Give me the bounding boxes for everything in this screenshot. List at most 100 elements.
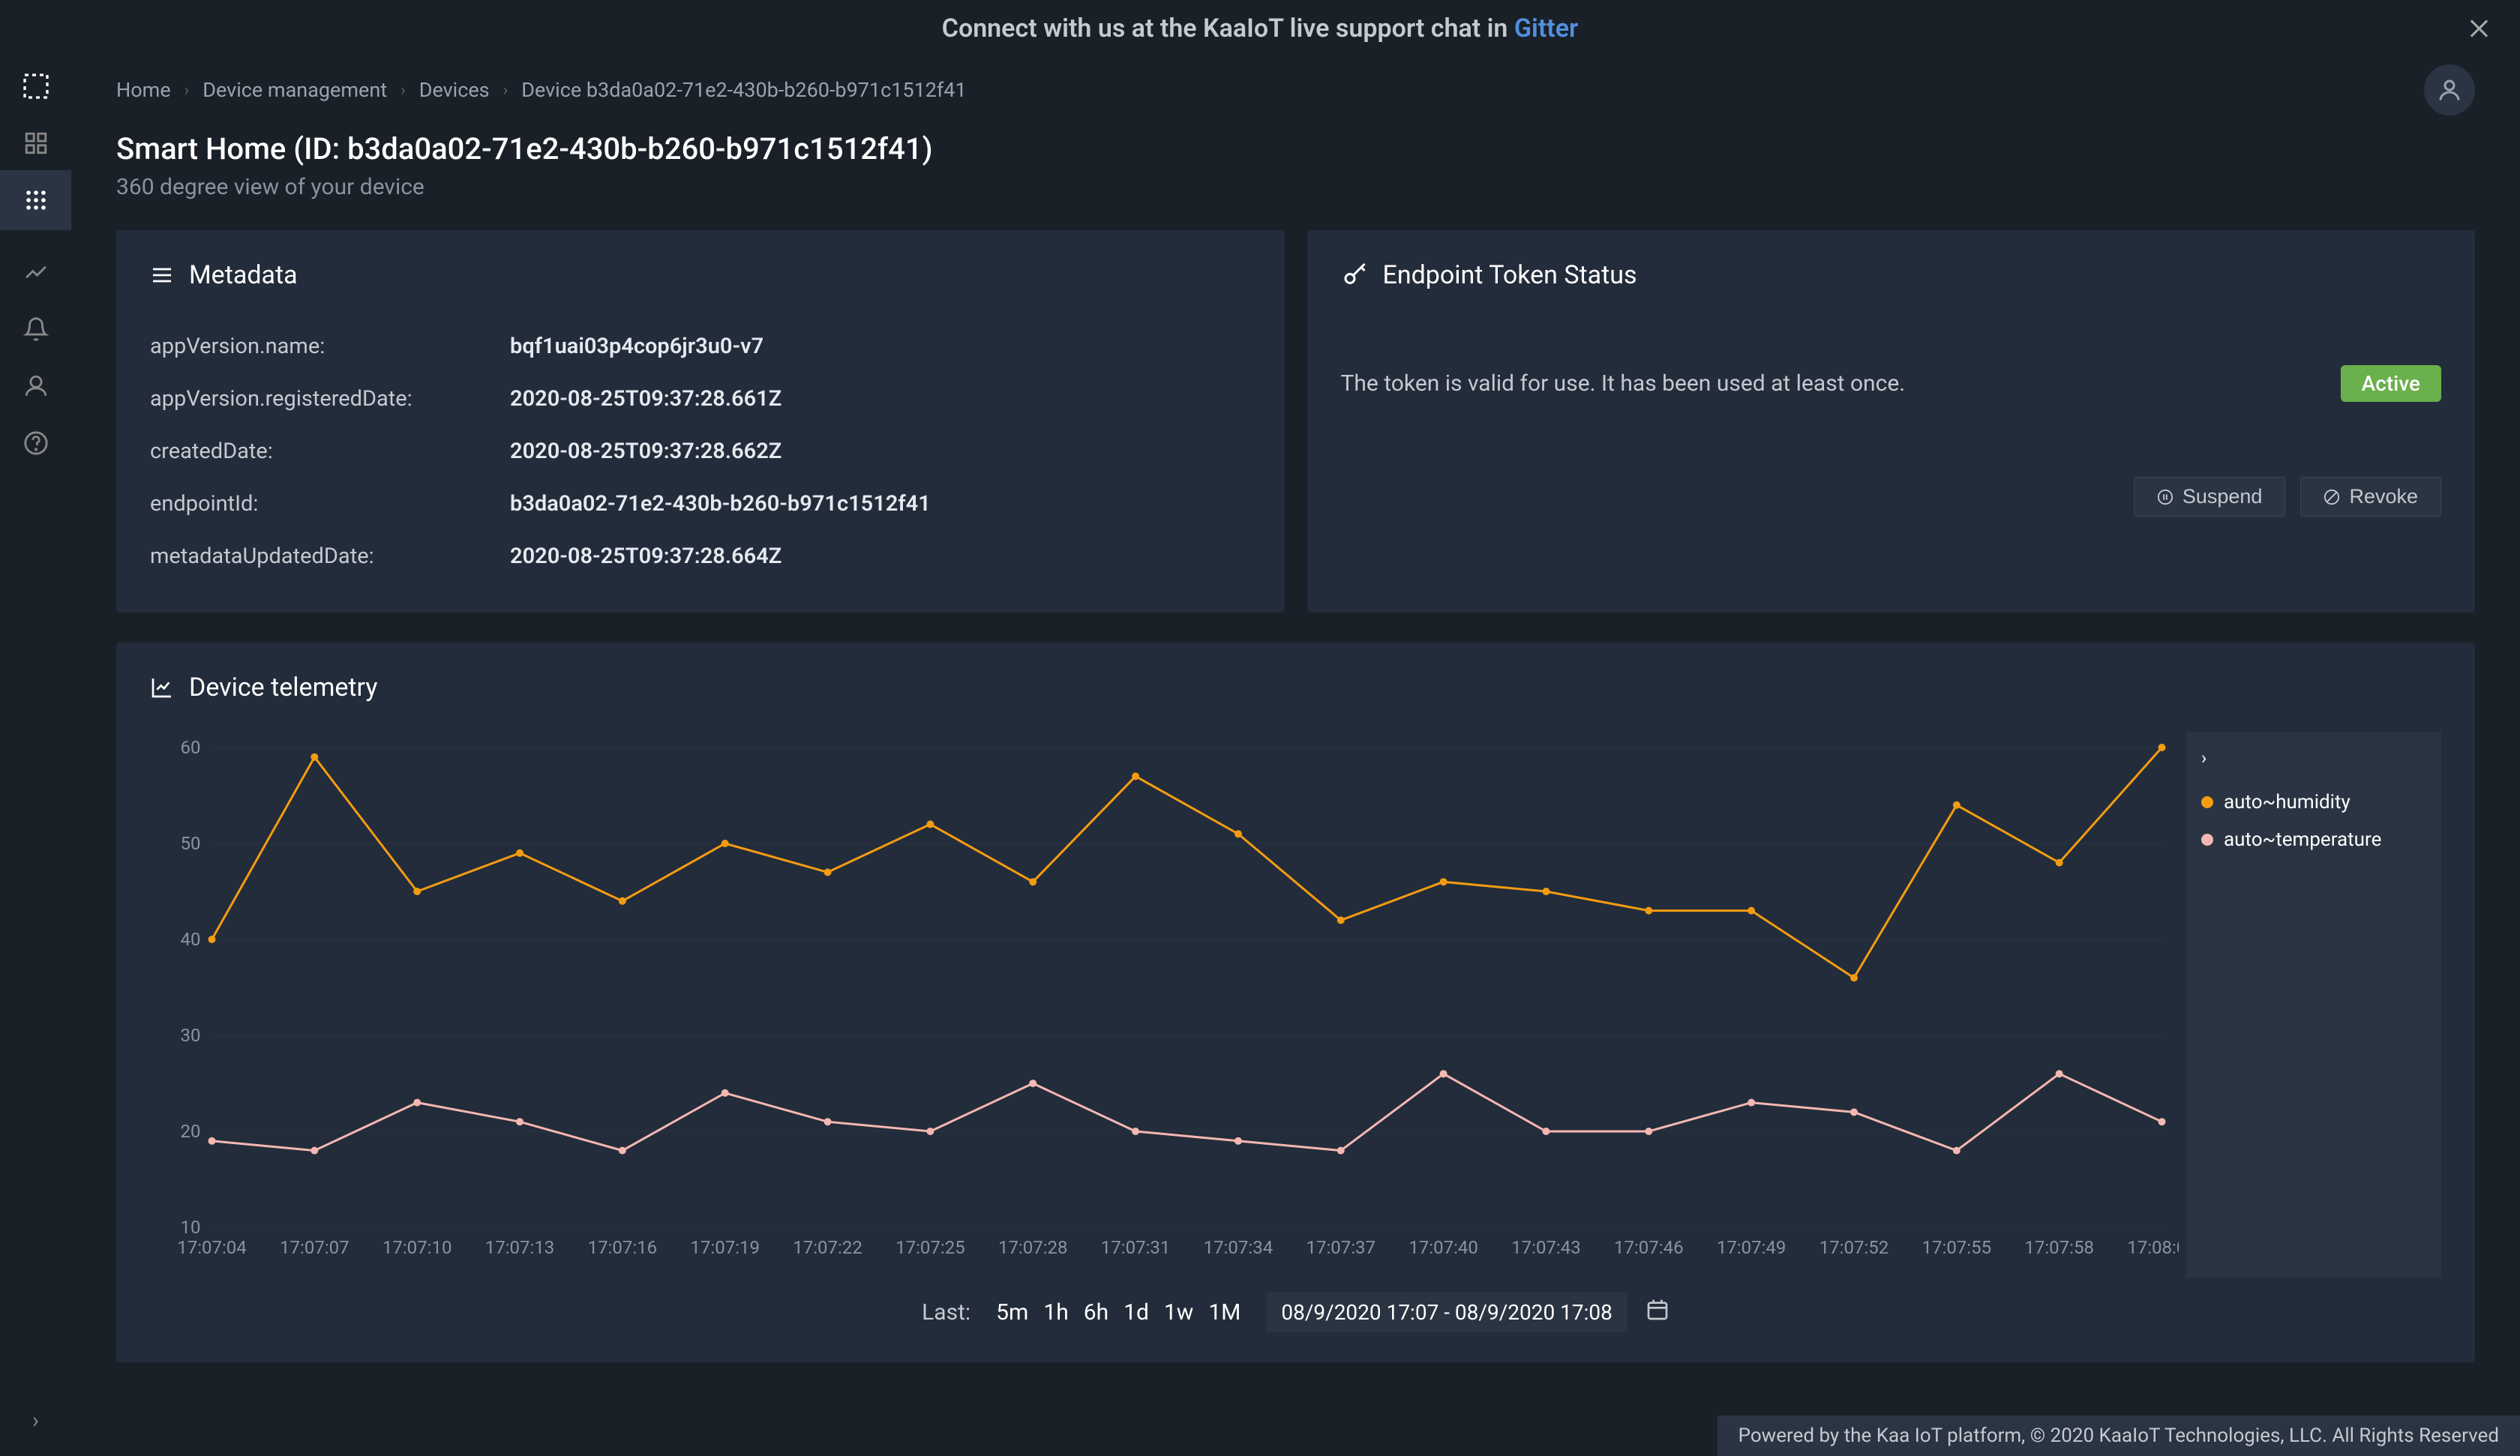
legend-item[interactable]: auto~temperature xyxy=(2201,821,2426,858)
token-heading: Endpoint Token Status xyxy=(1383,260,1637,290)
sidebar: › xyxy=(0,56,71,1456)
svg-text:17:07:16: 17:07:16 xyxy=(588,1237,658,1258)
notifications-icon[interactable] xyxy=(21,314,51,344)
metadata-heading: Metadata xyxy=(189,260,298,290)
metadata-key: appVersion.registeredDate: xyxy=(150,386,510,412)
legend-label: auto~humidity xyxy=(2224,791,2350,813)
metadata-key: metadataUpdatedDate: xyxy=(150,544,510,569)
footer-text: Powered by the Kaa IoT platform, © 2020 … xyxy=(1718,1416,2520,1456)
legend-item[interactable]: auto~humidity xyxy=(2201,783,2426,821)
metadata-row: metadataUpdatedDate:2020-08-25T09:37:28.… xyxy=(150,530,1251,583)
telemetry-heading: Device telemetry xyxy=(189,673,377,703)
svg-text:17:07:07: 17:07:07 xyxy=(280,1237,350,1258)
block-icon xyxy=(2324,489,2340,505)
svg-text:17:07:46: 17:07:46 xyxy=(1614,1237,1684,1258)
svg-text:17:07:34: 17:07:34 xyxy=(1204,1237,1274,1258)
svg-text:17:07:31: 17:07:31 xyxy=(1101,1237,1171,1258)
range-button-5m[interactable]: 5m xyxy=(988,1295,1036,1330)
svg-text:17:07:55: 17:07:55 xyxy=(1922,1237,1992,1258)
svg-text:60: 60 xyxy=(181,737,201,758)
banner-text: Connect with us at the KaaIoT live suppo… xyxy=(942,13,1579,43)
telemetry-card: Device telemetry 10 20 30 40 50 60 17:07:04 17:… xyxy=(116,643,2475,1362)
legend-label: auto~temperature xyxy=(2224,828,2381,851)
apps-icon[interactable] xyxy=(0,170,71,230)
chart-icon xyxy=(150,676,174,700)
svg-text:17:07:10: 17:07:10 xyxy=(382,1237,452,1258)
collapse-legend-icon[interactable]: › xyxy=(2201,747,2426,768)
avatar[interactable] xyxy=(2424,64,2475,115)
chevron-right-icon: › xyxy=(400,81,406,100)
svg-text:40: 40 xyxy=(181,929,201,950)
logo-icon[interactable] xyxy=(21,71,51,101)
svg-text:17:07:49: 17:07:49 xyxy=(1717,1237,1786,1258)
crumb-devices[interactable]: Devices xyxy=(419,78,490,102)
breadcrumb: Home › Device management › Devices › Dev… xyxy=(116,78,967,102)
svg-text:20: 20 xyxy=(181,1121,201,1142)
svg-text:17:07:43: 17:07:43 xyxy=(1511,1237,1581,1258)
crumb-device-management[interactable]: Device management xyxy=(202,78,387,102)
crumb-current: Device b3da0a02-71e2-430b-b260-b971c1512… xyxy=(521,78,966,102)
svg-text:50: 50 xyxy=(181,833,201,854)
chevron-right-icon: › xyxy=(503,81,508,100)
dashboard-icon[interactable] xyxy=(21,128,51,158)
svg-text:17:07:04: 17:07:04 xyxy=(177,1237,247,1258)
expand-sidebar-icon[interactable]: › xyxy=(32,1407,39,1434)
help-icon[interactable] xyxy=(21,428,51,458)
metadata-row: appVersion.name:bqf1uai03p4cop6jr3u0-v7 xyxy=(150,320,1251,373)
svg-text:17:07:58: 17:07:58 xyxy=(2024,1237,2094,1258)
crumb-home[interactable]: Home xyxy=(116,78,171,102)
metadata-card: Metadata appVersion.name:bqf1uai03p4cop6… xyxy=(116,230,1285,613)
chevron-right-icon: › xyxy=(184,81,190,100)
metadata-value: b3da0a02-71e2-430b-b260-b971c1512f41 xyxy=(510,491,931,517)
legend-dot-icon xyxy=(2201,796,2213,808)
svg-text:17:07:25: 17:07:25 xyxy=(896,1237,965,1258)
metadata-key: endpointId: xyxy=(150,491,510,517)
metadata-value: 2020-08-25T09:37:28.661Z xyxy=(510,386,782,412)
close-icon[interactable] xyxy=(2468,17,2490,40)
svg-text:17:07:37: 17:07:37 xyxy=(1306,1237,1376,1258)
last-label: Last: xyxy=(922,1299,970,1326)
time-controls: Last: 5m1h6h1d1w1M 08/9/2020 17:07 - 08/… xyxy=(150,1293,2441,1332)
svg-text:17:07:22: 17:07:22 xyxy=(793,1237,862,1258)
legend-dot-icon xyxy=(2201,834,2213,846)
svg-text:17:07:40: 17:07:40 xyxy=(1408,1237,1478,1258)
metadata-value: bqf1uai03p4cop6jr3u0-v7 xyxy=(510,334,764,359)
user-icon[interactable] xyxy=(21,371,51,401)
calendar-icon[interactable] xyxy=(1646,1298,1670,1328)
svg-text:17:07:13: 17:07:13 xyxy=(485,1237,555,1258)
metadata-value: 2020-08-25T09:37:28.662Z xyxy=(510,439,782,464)
date-range-input[interactable]: 08/9/2020 17:07 - 08/9/2020 17:08 xyxy=(1266,1293,1628,1332)
metadata-value: 2020-08-25T09:37:28.664Z xyxy=(510,544,782,569)
range-button-1w[interactable]: 1w xyxy=(1156,1295,1201,1330)
pause-icon xyxy=(2157,489,2174,505)
metadata-key: appVersion.name: xyxy=(150,334,510,359)
svg-text:10: 10 xyxy=(181,1217,201,1238)
metadata-row: appVersion.registeredDate:2020-08-25T09:… xyxy=(150,373,1251,425)
analytics-icon[interactable] xyxy=(21,257,51,287)
key-icon xyxy=(1341,262,1368,289)
revoke-button[interactable]: Revoke xyxy=(2300,477,2441,517)
range-button-6h[interactable]: 6h xyxy=(1076,1295,1116,1330)
range-button-1d[interactable]: 1d xyxy=(1116,1295,1156,1330)
legend-panel: › auto~humidity auto~temperature xyxy=(2186,732,2441,1278)
svg-text:17:08:01: 17:08:01 xyxy=(2127,1237,2179,1258)
page-subtitle: 360 degree view of your device xyxy=(116,174,2475,200)
gitter-link[interactable]: Gitter xyxy=(1514,13,1578,43)
metadata-row: createdDate:2020-08-25T09:37:28.662Z xyxy=(150,425,1251,478)
telemetry-chart: 10 20 30 40 50 60 17:07:04 17:07:07 17:07:10 17:0… xyxy=(150,732,2179,1278)
status-badge: Active xyxy=(2341,365,2441,402)
range-button-1h[interactable]: 1h xyxy=(1036,1295,1076,1330)
svg-text:30: 30 xyxy=(181,1025,201,1046)
token-card: Endpoint Token Status The token is valid… xyxy=(1307,230,2476,613)
svg-text:17:07:52: 17:07:52 xyxy=(1820,1237,1889,1258)
metadata-row: endpointId:b3da0a02-71e2-430b-b260-b971c… xyxy=(150,478,1251,530)
page-title: Smart Home (ID: b3da0a02-71e2-430b-b260-… xyxy=(116,131,2475,166)
suspend-button[interactable]: Suspend xyxy=(2134,477,2286,517)
svg-text:17:07:19: 17:07:19 xyxy=(690,1237,760,1258)
metadata-key: createdDate: xyxy=(150,439,510,464)
revoke-label: Revoke xyxy=(2349,485,2418,508)
suspend-label: Suspend xyxy=(2182,485,2263,508)
svg-text:17:07:28: 17:07:28 xyxy=(998,1237,1068,1258)
range-button-1M[interactable]: 1M xyxy=(1201,1295,1248,1330)
metadata-icon xyxy=(150,263,174,287)
